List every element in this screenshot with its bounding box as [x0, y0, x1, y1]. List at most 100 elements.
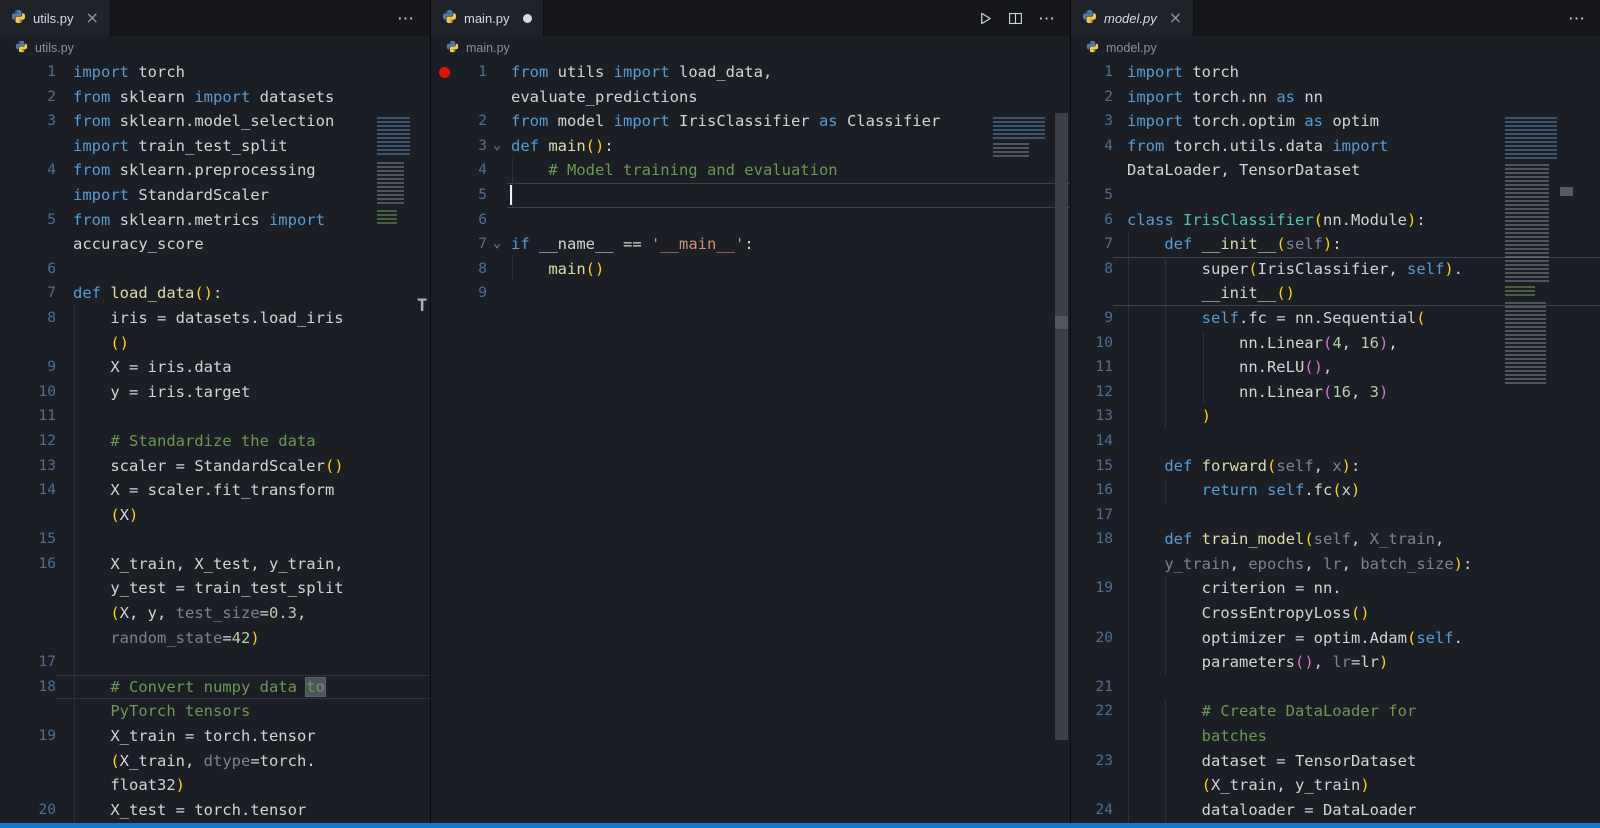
code-line[interactable]: 2 from model import IrisClassifier as Cla…	[431, 109, 1071, 134]
gutter[interactable]: 5	[1071, 183, 1113, 208]
gutter[interactable]	[0, 773, 56, 798]
gutter[interactable]: 11	[0, 404, 56, 429]
gutter[interactable]: 13	[1071, 404, 1113, 429]
gutter[interactable]	[431, 85, 487, 110]
code-line[interactable]: 5	[431, 182, 1071, 208]
gutter[interactable]: 4	[0, 158, 56, 183]
gutter[interactable]: 6	[1071, 208, 1113, 233]
code-line[interactable]: (X)	[0, 502, 430, 528]
gutter[interactable]: 14	[1071, 429, 1113, 454]
gutter[interactable]: 16	[0, 552, 56, 577]
gutter[interactable]: 18	[1071, 527, 1113, 552]
gutter[interactable]	[0, 331, 56, 356]
code-line[interactable]: 11	[0, 404, 430, 429]
code-editor-model[interactable]: 1 import torch 2 import torch.nn as nn 3 impo…	[1071, 60, 1600, 828]
code-line[interactable]: 12 # Standardize the data	[0, 428, 430, 454]
code-editor-main[interactable]: 1 from utils import load_data, evaluate_pr…	[431, 60, 1071, 828]
gutter[interactable]: 5	[0, 208, 56, 233]
code-line[interactable]: 1 import torch	[1071, 60, 1600, 85]
code-line[interactable]: 15 def forward(self, x):	[1071, 453, 1600, 479]
gutter[interactable]	[1071, 281, 1113, 306]
minimap[interactable]	[1505, 117, 1557, 397]
code-line[interactable]: float32)	[0, 773, 430, 798]
gutter[interactable]: 9	[1071, 306, 1113, 331]
gutter[interactable]: 12	[1071, 380, 1113, 405]
tab-model-py[interactable]: model.py ×	[1071, 0, 1195, 36]
code-line[interactable]: 24 dataloader = DataLoader	[1071, 797, 1600, 823]
code-line[interactable]: 17	[1071, 502, 1600, 528]
code-line[interactable]: 7 ⌄ if __name__ == '__main__':	[431, 232, 1071, 257]
gutter[interactable]	[0, 232, 56, 257]
gutter[interactable]: 24	[1071, 798, 1113, 823]
gutter[interactable]	[0, 626, 56, 651]
gutter[interactable]	[0, 576, 56, 601]
gutter[interactable]: 10	[0, 380, 56, 405]
gutter[interactable]	[1071, 773, 1113, 798]
gutter[interactable]	[1071, 158, 1113, 183]
split-editor-button[interactable]	[1008, 11, 1023, 26]
gutter[interactable]	[0, 134, 56, 159]
gutter[interactable]	[1071, 552, 1113, 577]
gutter[interactable]: 5	[431, 183, 487, 208]
gutter[interactable]: 1	[1071, 60, 1113, 85]
gutter[interactable]: 3	[1071, 109, 1113, 134]
code-line[interactable]: 4 # Model training and evaluation	[431, 158, 1071, 183]
gutter[interactable]: 17	[1071, 503, 1113, 528]
code-line[interactable]: CrossEntropyLoss()	[1071, 601, 1600, 626]
code-line[interactable]: 13 scaler = StandardScaler()	[0, 453, 430, 479]
code-line[interactable]: ()	[0, 330, 430, 356]
code-line[interactable]: 1 import torch	[0, 60, 430, 85]
more-actions-button[interactable]: ⋯	[397, 10, 415, 27]
more-actions-button[interactable]: ⋯	[1568, 10, 1586, 27]
tab-close-icon[interactable]: ×	[85, 10, 98, 26]
gutter[interactable]: 21	[1071, 675, 1113, 700]
code-line[interactable]: (X_train, dtype=torch.	[0, 748, 430, 774]
code-line[interactable]: 18 def train_model(self, X_train,	[1071, 527, 1600, 552]
gutter[interactable]: 9	[431, 281, 487, 306]
code-line[interactable]: 9 X = iris.data	[0, 355, 430, 380]
code-line[interactable]: 4 from sklearn.preprocessing	[0, 158, 430, 183]
gutter[interactable]: 9	[0, 355, 56, 380]
gutter[interactable]: 7	[0, 281, 56, 306]
code-line[interactable]: 21	[1071, 674, 1600, 700]
code-line[interactable]: 14	[1071, 428, 1600, 454]
code-line[interactable]: evaluate_predictions	[431, 85, 1071, 110]
more-actions-button[interactable]: ⋯	[1038, 10, 1056, 27]
breadcrumb[interactable]: main.py	[431, 36, 1071, 60]
code-line[interactable]: 2 import torch.nn as nn	[1071, 85, 1600, 110]
gutter[interactable]	[1071, 650, 1113, 675]
tab-utils-py[interactable]: utils.py ×	[0, 0, 111, 36]
tab-main-py[interactable]: main.py	[431, 0, 544, 36]
gutter[interactable]: 7	[431, 232, 487, 257]
code-line[interactable]: 7 def load_data():	[0, 281, 430, 306]
gutter[interactable]: 22	[1071, 699, 1113, 724]
code-line[interactable]: 16 return self.fc(x)	[1071, 478, 1600, 503]
gutter[interactable]: 23	[1071, 749, 1113, 774]
code-line[interactable]: 9	[431, 281, 1071, 306]
code-line[interactable]: y_test = train_test_split	[0, 576, 430, 602]
code-line[interactable]: 18 # Convert numpy data to	[0, 674, 430, 700]
gutter[interactable]	[0, 749, 56, 774]
code-editor-utils[interactable]: 1 import torch 2 from sklearn import datase…	[0, 60, 430, 828]
gutter[interactable]: 4	[431, 158, 487, 183]
code-line[interactable]: PyTorch tensors	[0, 699, 430, 725]
gutter[interactable]: 11	[1071, 355, 1113, 380]
code-line[interactable]: 13 )	[1071, 404, 1600, 429]
code-line[interactable]: import train_test_split	[0, 134, 430, 159]
gutter[interactable]	[1071, 724, 1113, 749]
code-line[interactable]: 19 X_train = torch.tensor	[0, 724, 430, 749]
code-line[interactable]: 17	[0, 650, 430, 675]
chevron-down-icon[interactable]: ⌄	[487, 134, 507, 159]
gutter[interactable]: 4	[1071, 134, 1113, 159]
gutter[interactable]	[0, 699, 56, 724]
gutter[interactable]: 20	[1071, 626, 1113, 651]
code-line[interactable]: 20 optimizer = optim.Adam(self.	[1071, 625, 1600, 651]
code-line[interactable]: 6	[0, 257, 430, 282]
gutter[interactable]: 17	[0, 650, 56, 675]
code-line[interactable]: 22 # Create DataLoader for	[1071, 699, 1600, 725]
vertical-scrollbar[interactable]	[1055, 113, 1068, 740]
code-line[interactable]: 15	[0, 527, 430, 552]
code-line[interactable]: 3 ⌄ def main():	[431, 134, 1071, 159]
code-line[interactable]: 3 from sklearn.model_selection	[0, 109, 430, 134]
code-line[interactable]: y_train, epochs, lr, batch_size):	[1071, 551, 1600, 577]
